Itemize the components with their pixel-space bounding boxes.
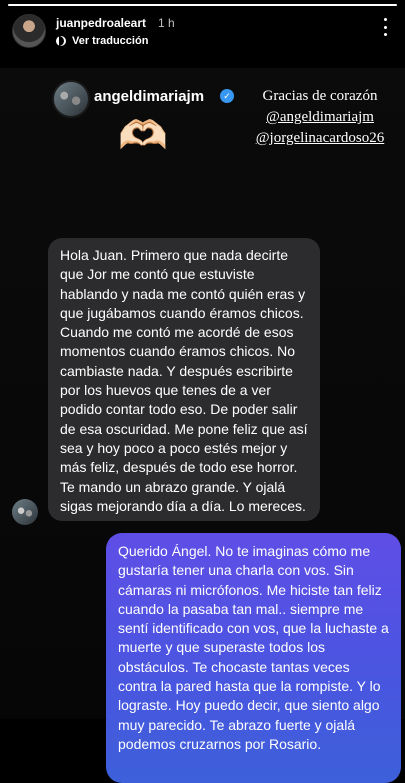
author-avatar[interactable] bbox=[12, 14, 46, 48]
handwritten-mention: @jorgelinacardoso26 bbox=[255, 130, 385, 146]
author-username[interactable]: juanpedroaleart bbox=[56, 16, 146, 30]
sender-avatar bbox=[12, 499, 38, 525]
heart-hands-emoji: 🫶🏻 bbox=[118, 114, 168, 158]
handwritten-line: Gracias de corazón bbox=[262, 88, 378, 104]
received-message-bubble: Hola Juan. Primero que nada decirte que … bbox=[48, 238, 320, 521]
sent-message-text: Querido Ángel. No te imaginas cómo me gu… bbox=[118, 543, 389, 752]
post-time: 1 h bbox=[158, 16, 175, 30]
handwritten-note: Gracias de corazón @angeldimariajm @jorg… bbox=[240, 86, 400, 149]
story-progress-bar bbox=[8, 4, 397, 6]
translate-label: Ver traducción bbox=[72, 35, 149, 47]
sent-message-bubble: Querido Ángel. No te imaginas cómo me gu… bbox=[106, 533, 401, 783]
story-header: juanpedroaleart 1 h Ver traducción bbox=[10, 12, 395, 52]
received-message-text: Hola Juan. Primero que nada decirte que … bbox=[60, 247, 308, 514]
handwritten-mention: @angeldimariajm bbox=[266, 109, 374, 125]
more-options-icon[interactable] bbox=[383, 18, 387, 36]
verified-badge-icon: ✓ bbox=[220, 89, 234, 103]
post-username[interactable]: angeldimariajm bbox=[94, 88, 204, 105]
translate-button[interactable]: Ver traducción bbox=[56, 33, 148, 49]
translate-icon bbox=[56, 36, 66, 46]
shared-post: angeldimariajm ✓ Gracias de corazón @ang… bbox=[0, 68, 405, 783]
post-avatar[interactable] bbox=[52, 80, 90, 118]
story-progress-fill bbox=[8, 4, 397, 6]
